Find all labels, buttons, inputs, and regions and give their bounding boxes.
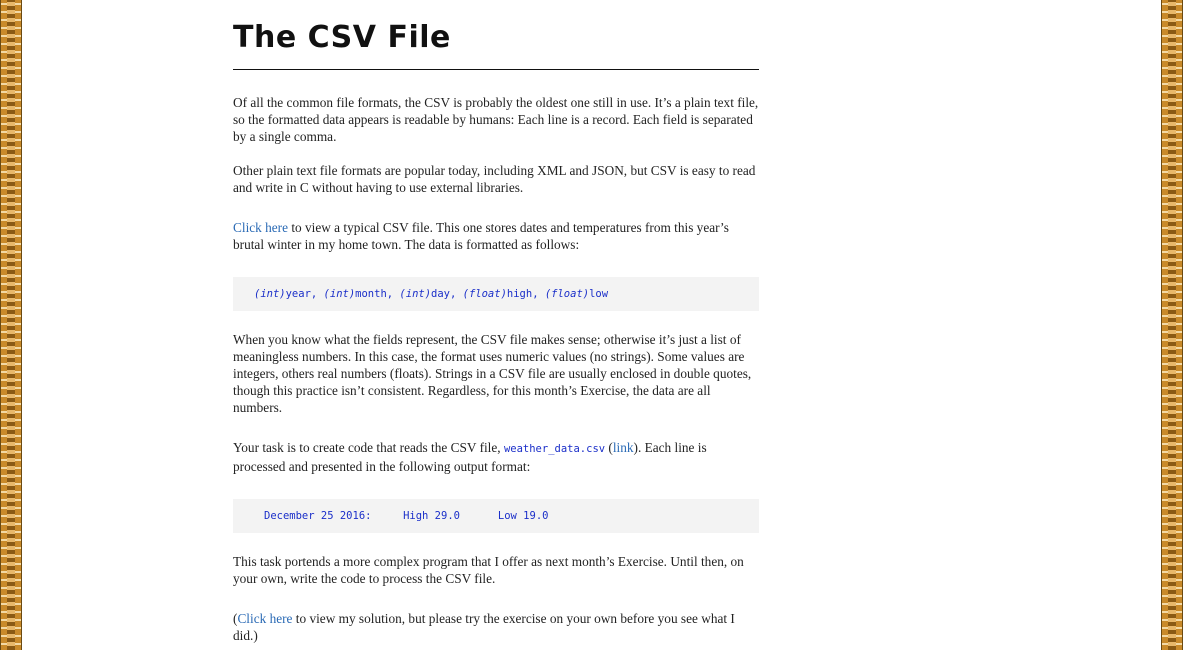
paragraph-fields-explained: When you know what the fields represent,… (233, 332, 752, 415)
decorative-border-left (0, 0, 22, 650)
field-high: high, (506, 288, 545, 300)
csv-example-link[interactable]: Click here (233, 220, 288, 235)
filename-code: weather_data.csv (503, 443, 606, 455)
field-year: year, (285, 288, 324, 300)
field-month: month, (355, 288, 400, 300)
paren-open: ( (605, 440, 613, 455)
paragraph-intro: Of all the common file formats, the CSV … (233, 95, 759, 144)
paragraph-next-month: This task portends a more complex progra… (233, 554, 744, 586)
format-code-block: (int)year, (int)month, (int)day, (float)… (233, 277, 759, 311)
field-day: day, (431, 288, 463, 300)
solution-link[interactable]: Click here (237, 611, 292, 626)
decorative-border-right (1161, 0, 1183, 650)
title-divider (233, 69, 759, 70)
type-int-day: (int) (399, 288, 432, 300)
article-content: The CSV File Of all the common file form… (233, 0, 759, 644)
field-low: low (589, 288, 609, 300)
paragraph-csv-example: Click here to view a typical CSV file. T… (233, 219, 759, 253)
type-float-low: (float) (544, 288, 590, 300)
paragraph-solution: (Click here to view my solution, but ple… (233, 610, 759, 644)
paragraph-task: Your task is to create code that reads t… (233, 439, 759, 475)
type-int-month: (int) (323, 288, 356, 300)
type-int-year: (int) (254, 288, 286, 300)
page-title: The CSV File (233, 20, 451, 55)
paragraph-csv-example-text: to view a typical CSV file. This one sto… (233, 220, 729, 252)
output-code-block: December 25 2016: High 29.0 Low 19.0 (233, 499, 759, 533)
paragraph-formats: Other plain text file formats are popula… (233, 163, 756, 195)
paragraph-solution-text: to view my solution, but please try the … (233, 611, 735, 643)
paragraph-task-text: Your task is to create code that reads t… (233, 440, 504, 455)
type-float-high: (float) (462, 288, 507, 300)
weather-data-link[interactable]: link (613, 440, 634, 455)
